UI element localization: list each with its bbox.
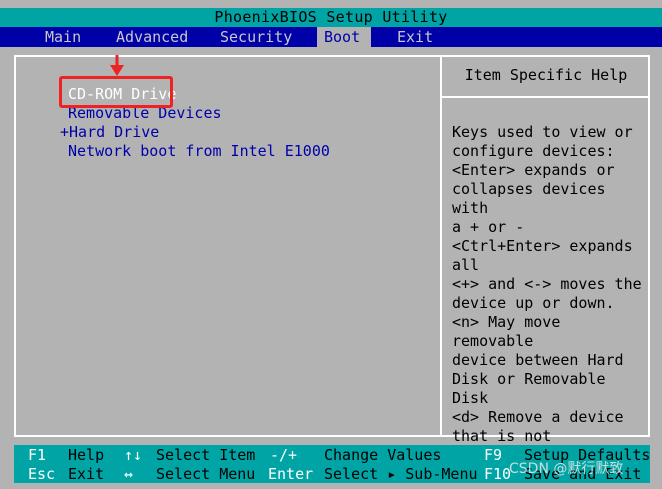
menu-security[interactable]: Security [213,27,299,47]
footer-key-esc: Esc [28,465,56,483]
footer-desc-help: Help [68,446,105,464]
footer-key-f10: F10 [484,465,512,483]
footer-key-f9: F9 [484,446,503,464]
help-title: Item Specific Help [464,66,628,84]
bios-screen: PhoenixBIOS Setup Utility Main Advanced … [0,0,662,489]
footer-desc-change-values: Change Values [324,446,442,464]
menu-exit[interactable]: Exit [390,27,440,47]
menu-bar: Main Advanced Security Boot Exit [0,27,662,47]
help-title-separator [442,96,650,98]
footer-desc-select-item: Select Item [156,446,256,464]
annotation-arrow-icon [110,55,124,76]
boot-item-hard-drive[interactable]: +Hard Drive [60,123,159,142]
window-title: PhoenixBIOS Setup Utility [0,8,662,27]
footer-key-enter: Enter [268,465,314,483]
menu-boot[interactable]: Boot [317,27,371,47]
footer-key-f1: F1 [28,446,47,464]
footer-desc-select-menu: Select Menu [156,465,256,483]
footer-key-leftright: ↔ [124,465,134,483]
help-text: Keys used to view or configure devices: … [452,123,642,464]
menu-advanced[interactable]: Advanced [109,27,195,47]
footer-key-minus-plus: -/+ [270,446,298,464]
footer-key-updown: ↑↓ [124,446,143,464]
boot-item-network[interactable]: Network boot from Intel E1000 [68,142,330,161]
annotation-highlight-box [59,76,173,108]
panel-divider [440,55,442,437]
footer-desc-exit: Exit [68,465,105,483]
menu-main[interactable]: Main [38,27,88,47]
watermark: CSDN @默行默致 [509,461,624,477]
footer-desc-select-submenu: Select ▸ Sub-Menu [324,465,478,483]
